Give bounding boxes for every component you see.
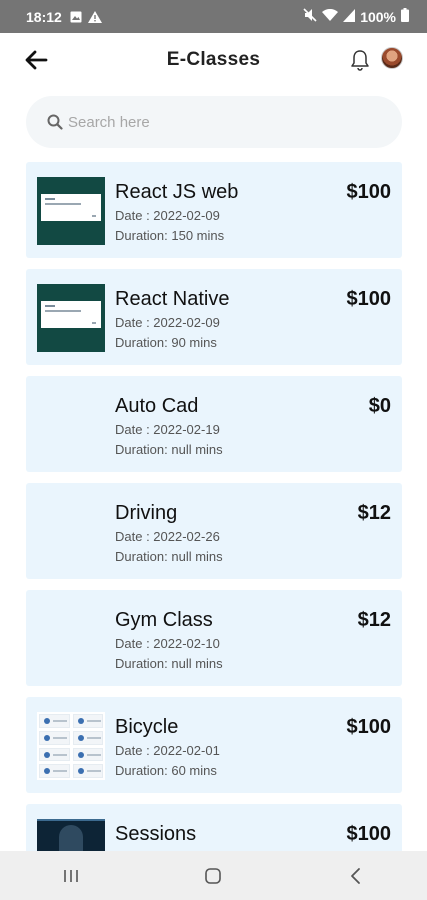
class-price: $12	[357, 502, 391, 524]
class-card[interactable]: Gym Class Date : 2022-02-10 Duration: nu…	[26, 590, 402, 686]
chevron-left-icon	[350, 867, 360, 884]
class-thumbnail	[37, 712, 105, 780]
class-date: Date : 2022-02-09	[115, 208, 220, 223]
status-right: 100%	[303, 8, 409, 25]
app-header: E-Classes	[0, 33, 427, 87]
class-price: $100	[346, 181, 392, 203]
class-duration: Duration: null mins	[115, 656, 223, 671]
class-duration: Duration: 60 mins	[115, 763, 217, 778]
home-icon	[205, 867, 222, 884]
signal-icon	[343, 8, 356, 25]
class-price: $0	[368, 395, 391, 417]
class-price: $100	[346, 288, 392, 310]
class-price: $100	[346, 716, 392, 738]
class-date: Date : 2022-02-10	[115, 636, 220, 651]
class-thumbnail	[37, 177, 105, 245]
class-name: Sessions	[115, 823, 197, 845]
wifi-icon	[322, 8, 339, 25]
class-duration: Duration: null mins	[115, 442, 223, 457]
class-card[interactable]: React Native Date : 2022-02-09 Duration:…	[26, 269, 402, 365]
search-input[interactable]	[68, 113, 368, 131]
arrow-left-icon	[25, 50, 48, 70]
battery-icon	[401, 8, 409, 25]
class-date: Date : 2022-02-26	[115, 529, 220, 544]
mute-icon	[303, 8, 317, 25]
class-price: $12	[357, 609, 391, 631]
status-time: 18:12	[26, 8, 62, 25]
class-name: Driving	[115, 502, 178, 524]
class-duration: Duration: null mins	[115, 549, 223, 564]
class-name: React JS web	[115, 181, 239, 203]
nav-back-button[interactable]	[326, 856, 386, 896]
search-bar[interactable]	[26, 96, 402, 148]
nav-home-button[interactable]	[183, 856, 243, 896]
battery-percent: 100%	[360, 8, 396, 25]
class-card[interactable]: Auto Cad Date : 2022-02-19 Duration: nul…	[26, 376, 402, 472]
bell-icon	[351, 50, 369, 71]
search-icon	[46, 113, 64, 131]
class-card[interactable]: Driving Date : 2022-02-26 Duration: null…	[26, 483, 402, 579]
avatar[interactable]	[381, 47, 403, 69]
class-duration: Duration: 90 mins	[115, 335, 217, 350]
class-name: React Native	[115, 288, 230, 310]
class-card[interactable]: Sessions $100	[26, 804, 402, 851]
class-thumbnail	[37, 284, 105, 352]
class-card[interactable]: Bicycle Date : 2022-02-01 Duration: 60 m…	[26, 697, 402, 793]
class-duration: Duration: 150 mins	[115, 228, 225, 243]
warning-icon	[87, 10, 102, 23]
class-name: Bicycle	[115, 716, 179, 738]
system-nav-bar	[0, 851, 427, 900]
class-date: Date : 2022-02-09	[115, 315, 220, 330]
notifications-button[interactable]	[348, 47, 372, 73]
class-date: Date : 2022-02-01	[115, 743, 220, 758]
nav-recents-button[interactable]	[41, 856, 101, 896]
back-button[interactable]	[22, 47, 50, 73]
status-bar: 18:12 100%	[0, 0, 427, 33]
class-name: Auto Cad	[115, 395, 199, 417]
class-thumbnail	[37, 819, 105, 851]
class-card[interactable]: React JS web Date : 2022-02-09 Duration:…	[26, 162, 402, 258]
recents-icon	[64, 869, 78, 882]
image-notification-icon	[70, 11, 82, 23]
class-name: Gym Class	[115, 609, 213, 631]
class-date: Date : 2022-02-19	[115, 422, 220, 437]
class-price: $100	[346, 823, 392, 845]
